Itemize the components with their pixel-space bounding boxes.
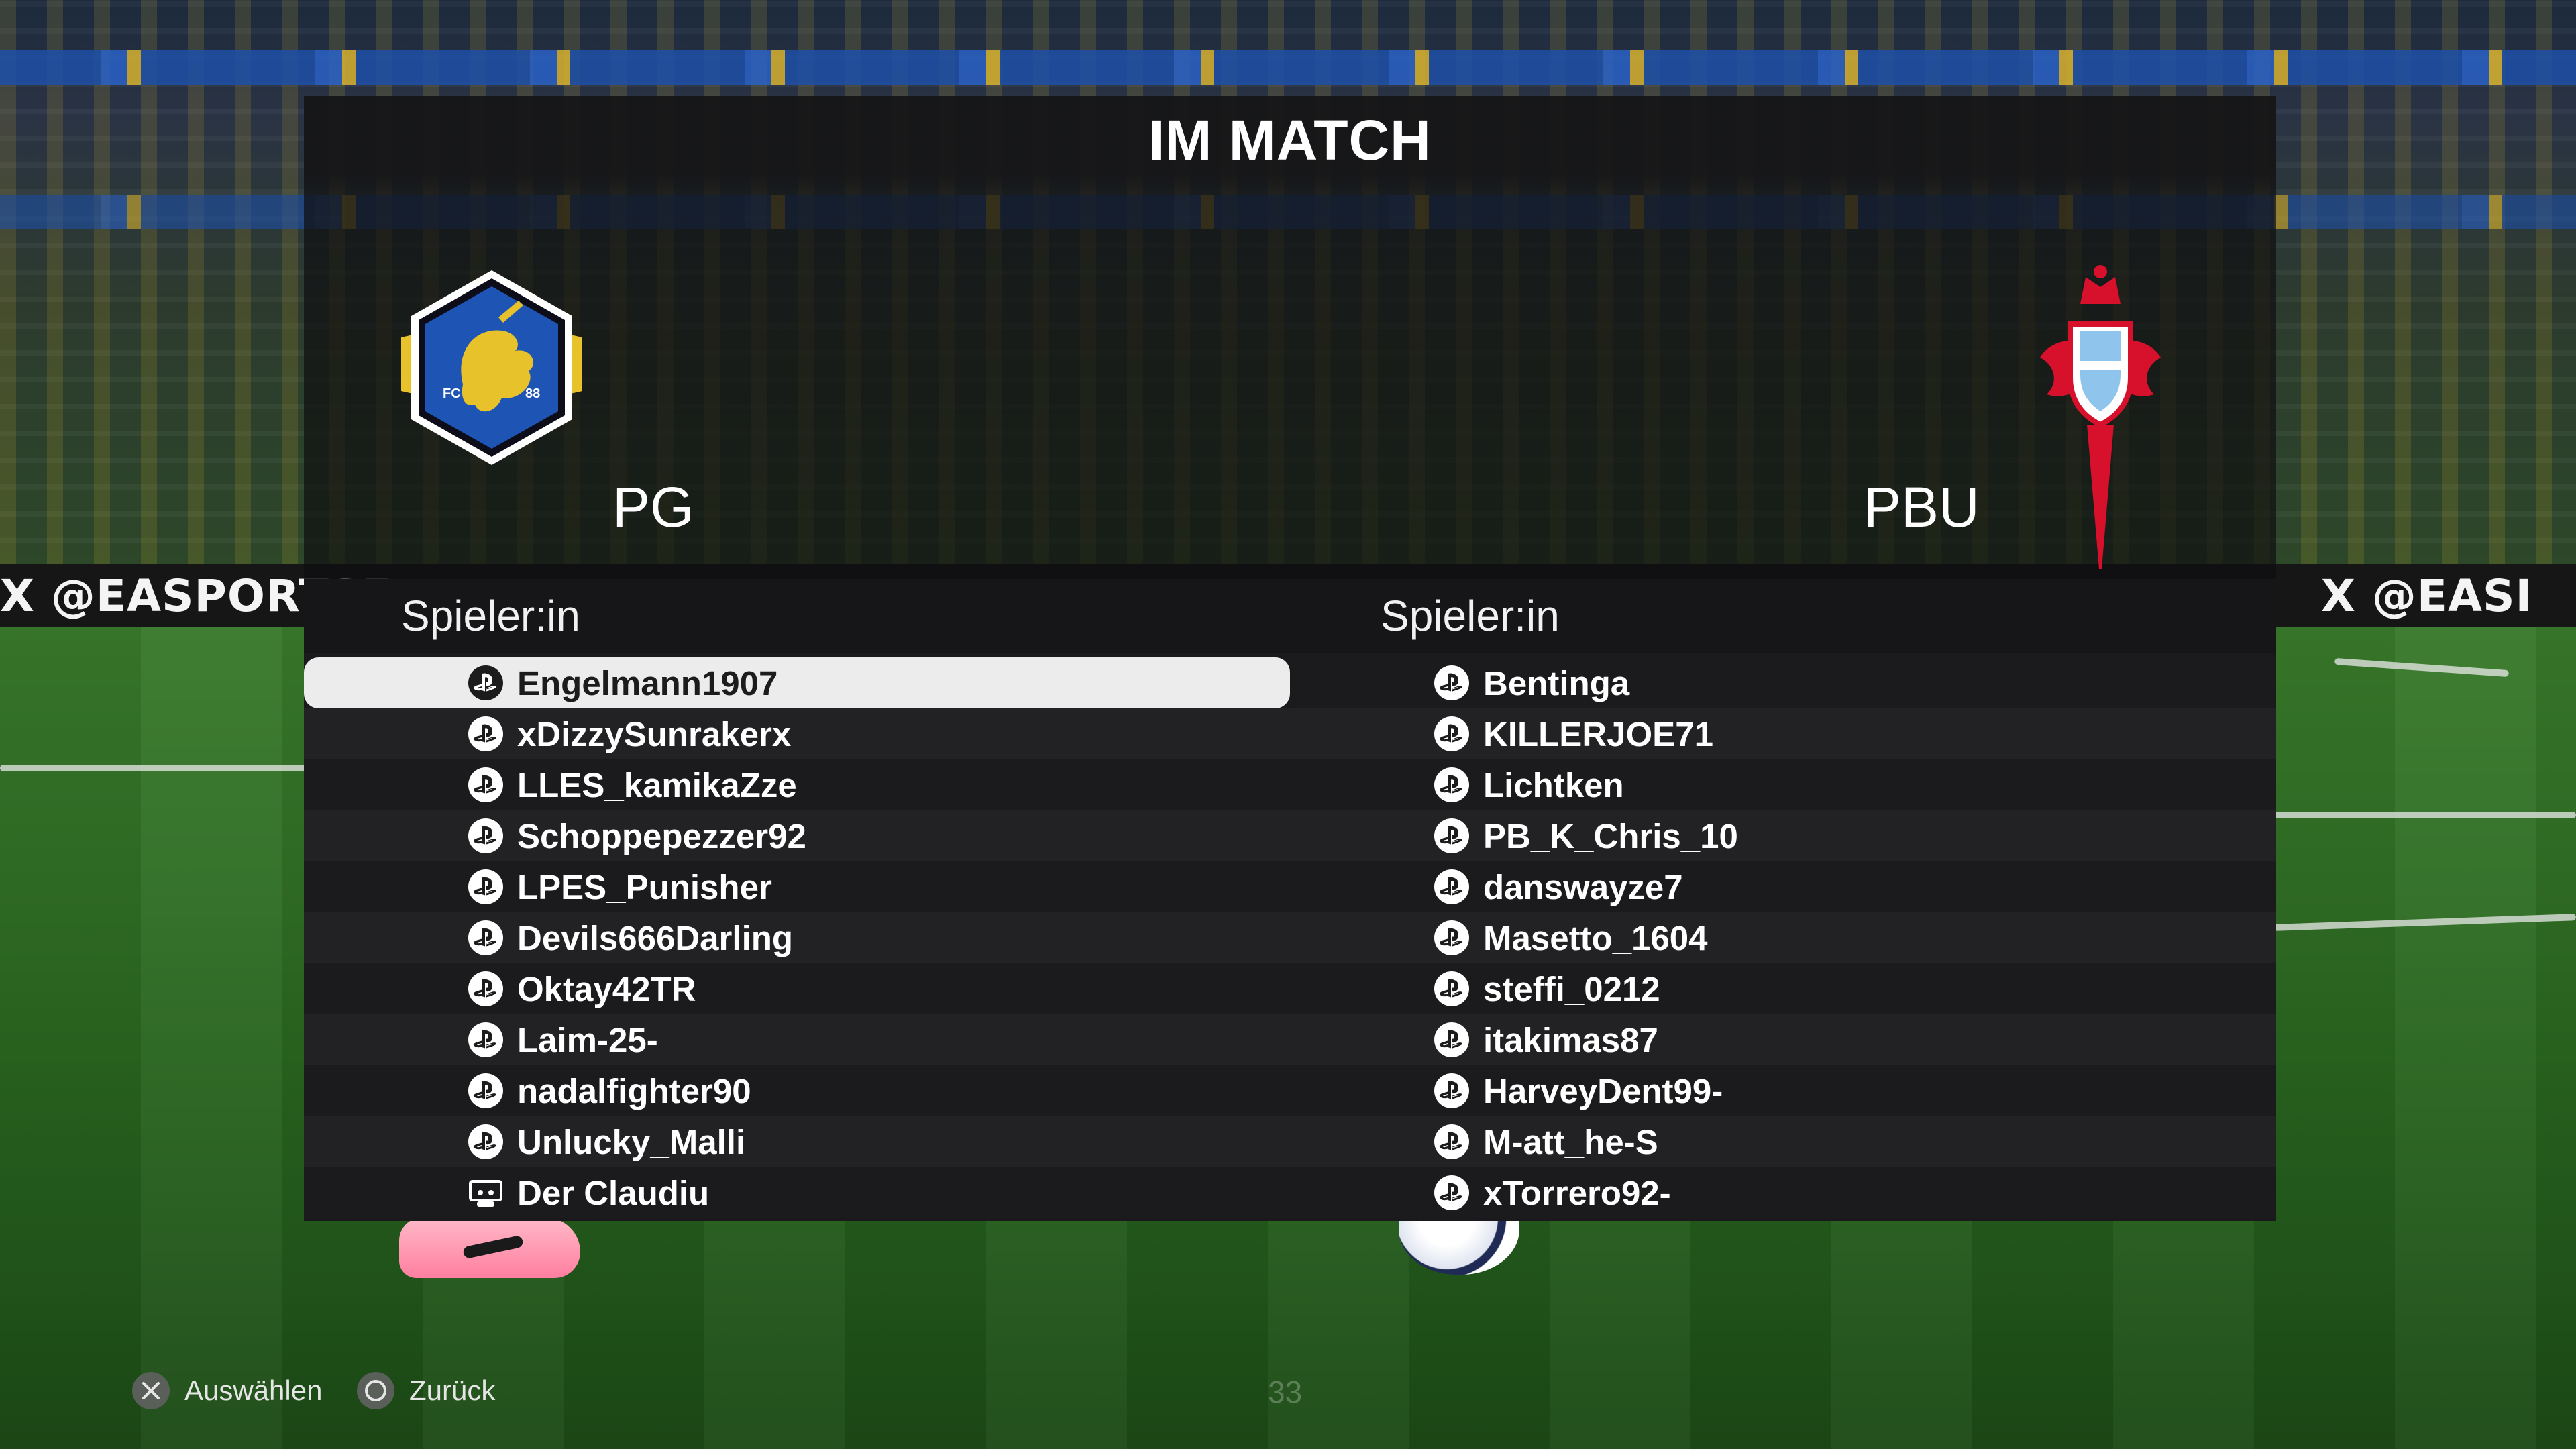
player-name: Unlucky_Malli xyxy=(517,1123,746,1161)
playstation-icon xyxy=(1434,1175,1470,1211)
player-name: Schoppepezzer92 xyxy=(517,817,806,855)
playstation-icon xyxy=(468,818,504,854)
ad-board-text-right: X @EASI xyxy=(2321,570,2533,622)
select-button[interactable]: Auswählen xyxy=(131,1371,322,1411)
player-name: steffi_0212 xyxy=(1483,970,1660,1008)
away-rows: Bentinga KILLERJOE71 Lichtken PB_K_Chris_10… xyxy=(1290,657,2276,1218)
player-name: nadalfighter90 xyxy=(517,1072,751,1110)
playstation-icon xyxy=(1434,716,1470,752)
player-name: Bentinga xyxy=(1483,664,1630,702)
player-name: Oktay42TR xyxy=(517,970,696,1008)
playstation-icon xyxy=(1434,971,1470,1007)
away-player-row[interactable]: danswayze7 xyxy=(1290,861,2276,912)
playstation-icon xyxy=(468,716,504,752)
pitch-line xyxy=(0,765,309,771)
player-name: Lichtken xyxy=(1483,766,1624,804)
player-name: xTorrero92- xyxy=(1483,1174,1671,1212)
playstation-icon xyxy=(1434,869,1470,905)
pitch-line xyxy=(2274,812,2576,818)
home-column-label: Spieler:in xyxy=(401,592,580,640)
playstation-icon xyxy=(468,665,504,701)
home-player-row[interactable]: Devils666Darling xyxy=(304,912,1290,963)
home-player-row[interactable]: LLES_kamikaZze xyxy=(304,759,1290,810)
away-player-row[interactable]: steffi_0212 xyxy=(1290,963,2276,1014)
home-player-row[interactable]: Oktay42TR xyxy=(304,963,1290,1014)
home-player-row[interactable]: LPES_Punisher xyxy=(304,861,1290,912)
away-list-header: Spieler:in xyxy=(1290,579,2276,653)
football-boot xyxy=(399,1218,580,1278)
cpu-player-icon xyxy=(468,1175,504,1211)
player-name: Der Claudiu xyxy=(517,1174,710,1212)
player-name: HarveyDent99- xyxy=(1483,1072,1723,1110)
in-match-dialog: IM MATCH FC 88 PG PBU Spieler:in Engelma… xyxy=(304,96,2276,1221)
player-name: itakimas87 xyxy=(1483,1021,1658,1059)
page-number: 33 xyxy=(1268,1375,1303,1409)
playstation-icon xyxy=(1434,665,1470,701)
playstation-icon xyxy=(468,767,504,803)
player-name: KILLERJOE71 xyxy=(1483,715,1713,753)
home-crest-text-right: 88 xyxy=(525,386,540,401)
player-name: Devils666Darling xyxy=(517,919,794,957)
playstation-icon xyxy=(468,1124,504,1160)
home-rows: Engelmann1907 xDizzySunrakerx LLES_kamikaZ… xyxy=(304,657,1290,1218)
playstation-icon xyxy=(468,869,504,905)
back-button[interactable]: Zurück xyxy=(356,1371,495,1411)
player-name: danswayze7 xyxy=(1483,868,1683,906)
playstation-icon xyxy=(1434,920,1470,956)
dialog-title: IM MATCH xyxy=(1148,109,1432,172)
home-team-crest-icon: FC 88 xyxy=(401,270,582,465)
stadium-banner xyxy=(0,50,2576,85)
back-button-label: Zurück xyxy=(409,1375,496,1406)
away-column-label: Spieler:in xyxy=(1381,592,1560,640)
playstation-icon xyxy=(1434,818,1470,854)
home-player-row[interactable]: nadalfighter90 xyxy=(304,1065,1290,1116)
player-name: xDizzySunrakerx xyxy=(517,715,792,753)
screen: X @EASPORTSF X @EASI IM MATCH FC 88 PG P… xyxy=(0,0,2576,1449)
away-player-row[interactable]: M-att_he-S xyxy=(1290,1116,2276,1167)
home-player-list: Spieler:in Engelmann1907 xDizzySunrakerx L… xyxy=(304,579,1290,1221)
player-name: Masetto_1604 xyxy=(1483,919,1708,957)
away-player-list: Spieler:in Bentinga KILLERJOE71 Lichtken PB… xyxy=(1290,579,2276,1221)
playstation-icon xyxy=(468,1022,504,1058)
select-button-label: Auswählen xyxy=(184,1375,323,1406)
player-name: PB_K_Chris_10 xyxy=(1483,817,1738,855)
away-player-row[interactable]: Bentinga xyxy=(1290,657,2276,708)
playstation-icon xyxy=(468,920,504,956)
away-team-crest-icon xyxy=(2040,265,2161,569)
player-name: LPES_Punisher xyxy=(517,868,772,906)
player-name: M-att_he-S xyxy=(1483,1123,1658,1161)
home-crest-text-left: FC xyxy=(443,386,461,401)
home-player-row[interactable]: Schoppepezzer92 xyxy=(304,810,1290,861)
playstation-icon xyxy=(1434,767,1470,803)
home-player-row[interactable]: Engelmann1907 xyxy=(304,657,1290,708)
cross-button-icon xyxy=(132,1372,170,1409)
playstation-icon xyxy=(468,1073,504,1109)
home-team-name: PG xyxy=(612,476,694,539)
away-team-name: PBU xyxy=(1864,476,1980,539)
away-player-row[interactable]: HarveyDent99- xyxy=(1290,1065,2276,1116)
home-player-row[interactable]: Unlucky_Malli xyxy=(304,1116,1290,1167)
away-player-row[interactable]: Masetto_1604 xyxy=(1290,912,2276,963)
playstation-icon xyxy=(1434,1124,1470,1160)
home-player-row[interactable]: Der Claudiu xyxy=(304,1167,1290,1218)
home-player-row[interactable]: Laim-25- xyxy=(304,1014,1290,1065)
playstation-icon xyxy=(1434,1073,1470,1109)
playstation-icon xyxy=(1434,1022,1470,1058)
away-player-row[interactable]: Lichtken xyxy=(1290,759,2276,810)
away-player-row[interactable]: xTorrero92- xyxy=(1290,1167,2276,1218)
circle-button-icon xyxy=(357,1372,394,1409)
player-name: LLES_kamikaZze xyxy=(517,766,797,804)
away-player-row[interactable]: KILLERJOE71 xyxy=(1290,708,2276,759)
player-name: Engelmann1907 xyxy=(517,664,778,702)
home-player-row[interactable]: xDizzySunrakerx xyxy=(304,708,1290,759)
playstation-icon xyxy=(468,971,504,1007)
dialog-header: IM MATCH FC 88 PG PBU xyxy=(304,96,2276,579)
home-list-header: Spieler:in xyxy=(304,579,1290,653)
away-player-row[interactable]: PB_K_Chris_10 xyxy=(1290,810,2276,861)
away-player-row[interactable]: itakimas87 xyxy=(1290,1014,2276,1065)
player-name: Laim-25- xyxy=(517,1021,658,1059)
